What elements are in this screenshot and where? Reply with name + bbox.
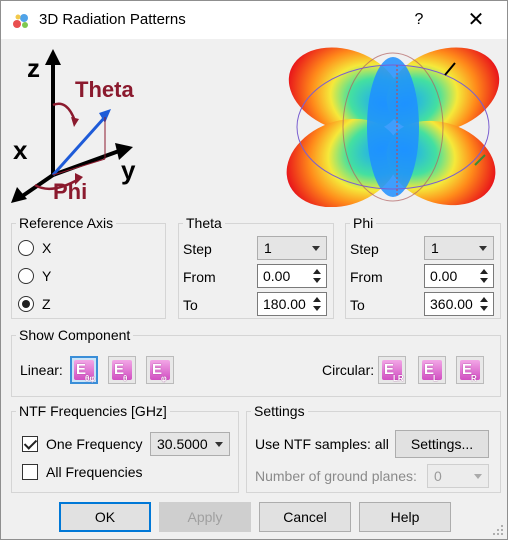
help-icon[interactable]: ? — [399, 1, 439, 39]
ntf-samples-label: Use NTF samples: all — [255, 436, 389, 452]
circular-e-r-button[interactable]: ER — [456, 356, 484, 384]
phi-from-label: From — [350, 269, 383, 285]
title-bar[interactable]: 3D Radiation Patterns ? ✕ — [1, 1, 507, 39]
phi-group: Phi Step 1 From 0.00 To 360.00 — [345, 215, 501, 319]
ntf-frequencies-group: NTF Frequencies [GHz] One Frequency 30.5… — [11, 403, 239, 493]
phi-from-spinbox[interactable]: 0.00 — [424, 264, 494, 288]
one-frequency-label: One Frequency — [46, 436, 143, 452]
axis-y-label: Y — [42, 268, 52, 284]
spin-down-icon[interactable] — [476, 304, 492, 314]
close-icon[interactable]: ✕ — [447, 1, 505, 39]
linear-e-phi-button[interactable]: Eφ — [146, 356, 174, 384]
theta-from-label: From — [183, 269, 216, 285]
spin-down-icon[interactable] — [309, 276, 325, 286]
apply-button[interactable]: Apply — [159, 502, 251, 532]
theta-to-label: To — [183, 297, 198, 313]
theta-label: Theta — [75, 77, 134, 102]
settings-title: Settings — [251, 403, 308, 419]
spin-down-icon[interactable] — [476, 276, 492, 286]
theta-step-value: 1 — [264, 240, 272, 256]
reference-axis-title: Reference Axis — [16, 215, 117, 231]
theta-to-value: 180.00 — [263, 296, 306, 312]
chevron-down-icon — [474, 474, 482, 479]
show-component-group: Show Component Linear: Eθφ Eθ Eφ Circula… — [11, 327, 501, 397]
axis-y-radio[interactable] — [18, 268, 34, 284]
circular-e-lr-button[interactable]: E LR — [378, 356, 406, 384]
z-axis-label: z — [27, 53, 40, 83]
settings-button[interactable]: Settings... — [395, 430, 489, 458]
phi-label: Phi — [53, 179, 87, 204]
ground-planes-label: Number of ground planes: — [255, 468, 417, 484]
resize-grip-icon[interactable] — [491, 523, 505, 537]
axis-x-radio[interactable] — [18, 240, 34, 256]
spin-down-icon[interactable] — [309, 304, 325, 314]
phi-title: Phi — [350, 215, 377, 231]
phi-step-value: 1 — [431, 240, 439, 256]
phi-to-spinbox[interactable]: 360.00 — [424, 292, 494, 316]
phi-to-value: 360.00 — [430, 296, 473, 312]
theta-title: Theta — [183, 215, 225, 231]
e-lr-icon: E LR — [382, 360, 404, 383]
all-frequencies-label: All Frequencies — [46, 464, 143, 480]
linear-e-theta-button[interactable]: Eθ — [108, 356, 136, 384]
axis-z-radio[interactable] — [18, 296, 34, 312]
ntf-frequencies-title: NTF Frequencies [GHz] — [16, 403, 170, 419]
spin-up-icon[interactable] — [309, 294, 325, 304]
e-r-icon: ER — [460, 360, 480, 383]
theta-step-label: Step — [183, 241, 212, 257]
circular-label: Circular: — [322, 362, 375, 378]
phi-from-value: 0.00 — [430, 268, 458, 284]
window-title: 3D Radiation Patterns — [39, 11, 186, 28]
spin-up-icon[interactable] — [309, 266, 325, 276]
reference-axis-group: Reference Axis X Y Z — [11, 215, 166, 319]
app-icon — [13, 14, 28, 28]
e-l-icon: EL — [422, 360, 442, 383]
e-phi-icon: Eφ — [150, 360, 170, 383]
all-frequencies-checkbox[interactable] — [22, 464, 38, 480]
dialog-window: 3D Radiation Patterns ? ✕ z Theta x y Ph… — [0, 0, 508, 540]
axis-x-label: X — [42, 240, 52, 256]
show-component-title: Show Component — [16, 327, 134, 343]
cancel-button[interactable]: Cancel — [259, 502, 351, 532]
settings-group: Settings Use NTF samples: all Settings..… — [246, 403, 501, 493]
linear-label: Linear: — [20, 362, 63, 378]
y-axis-label: y — [121, 155, 136, 185]
chevron-down-icon — [312, 246, 320, 251]
e-theta-phi-icon: Eθφ — [74, 360, 96, 383]
phi-step-label: Step — [350, 241, 379, 257]
phi-step-select[interactable]: 1 — [424, 236, 494, 260]
chevron-down-icon — [479, 246, 487, 251]
radiation-pattern-preview — [286, 47, 500, 207]
phi-to-label: To — [350, 297, 365, 313]
x-axis-label: x — [13, 135, 28, 165]
ground-planes-value: 0 — [434, 468, 442, 484]
theta-from-value: 0.00 — [263, 268, 291, 284]
frequency-value: 30.5000 — [157, 436, 208, 452]
ok-button[interactable]: OK — [59, 502, 151, 532]
spin-up-icon[interactable] — [476, 294, 492, 304]
theta-from-spinbox[interactable]: 0.00 — [257, 264, 327, 288]
frequency-select[interactable]: 30.5000 — [150, 432, 230, 456]
theta-step-select[interactable]: 1 — [257, 236, 327, 260]
axis-diagram: z Theta x y Phi — [11, 49, 136, 204]
theta-group: Theta Step 1 From 0.00 To 180.00 — [178, 215, 334, 319]
one-frequency-checkbox[interactable] — [22, 436, 38, 452]
chevron-down-icon — [215, 442, 223, 447]
axis-z-label: Z — [42, 296, 51, 312]
theta-to-spinbox[interactable]: 180.00 — [257, 292, 327, 316]
ground-planes-select[interactable]: 0 — [427, 464, 489, 488]
e-theta-icon: Eθ — [112, 360, 132, 383]
help-button[interactable]: Help — [359, 502, 451, 532]
spin-up-icon[interactable] — [476, 266, 492, 276]
circular-e-l-button[interactable]: EL — [418, 356, 446, 384]
linear-e-theta-phi-button[interactable]: Eθφ — [70, 356, 98, 384]
